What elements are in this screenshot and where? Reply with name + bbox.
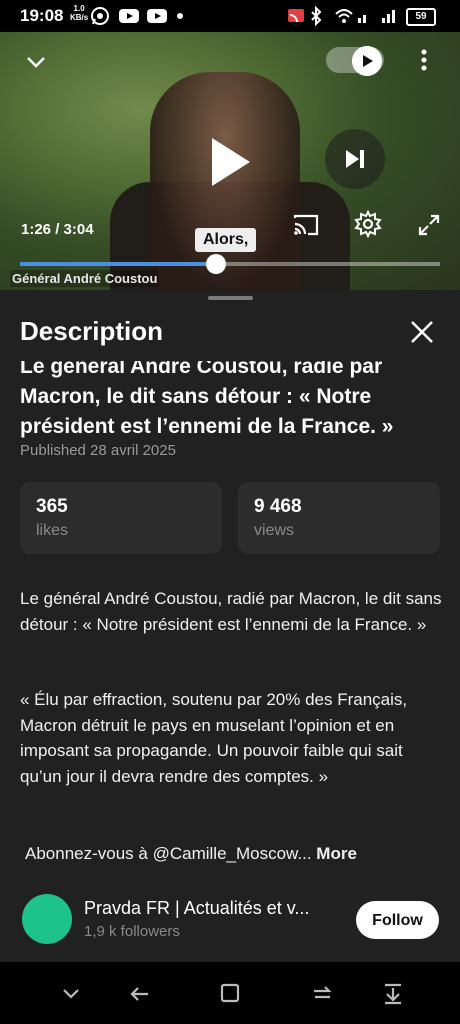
description-scroll-area[interactable]: Le général André Coustou, radié par Macr… bbox=[0, 361, 460, 881]
whatsapp-icon bbox=[91, 7, 109, 25]
skip-next-icon bbox=[346, 150, 364, 168]
nav-back-icon[interactable] bbox=[124, 978, 154, 1008]
video-player[interactable]: 1:26 / 3:04 Alors, Général André Coustou bbox=[0, 32, 460, 290]
nav-hide-keyboard-icon[interactable] bbox=[56, 978, 86, 1008]
likes-card: 365 likes bbox=[20, 482, 222, 554]
description-paragraph-truncated: Abonnez-vous à @Camille_Moscow... More bbox=[25, 841, 449, 867]
battery-level: 59 bbox=[415, 11, 427, 22]
autoplay-play-icon bbox=[352, 46, 382, 76]
description-paragraph: Le général André Coustou, radié par Macr… bbox=[20, 589, 442, 634]
likes-count: 365 bbox=[36, 496, 68, 517]
follow-button[interactable]: Follow bbox=[356, 901, 439, 939]
nav-recents-icon[interactable] bbox=[215, 978, 245, 1008]
battery-icon: 59 bbox=[406, 8, 436, 26]
net-speed-value: 1.0 bbox=[73, 4, 85, 13]
views-count: 9 468 bbox=[254, 496, 302, 517]
views-card: 9 468 views bbox=[238, 482, 440, 554]
more-vert-icon[interactable] bbox=[412, 46, 436, 74]
wifi-icon bbox=[335, 9, 353, 23]
panel-heading: Description bbox=[20, 316, 164, 346]
status-time: 19:08 bbox=[20, 6, 64, 25]
nav-notification-pull-icon[interactable] bbox=[378, 978, 408, 1008]
net-speed-unit: KB/s bbox=[70, 13, 89, 22]
video-timecode: 1:26 / 3:04 bbox=[21, 221, 94, 238]
subtitle-caption: Alors, bbox=[195, 228, 257, 252]
signal-icon bbox=[358, 10, 395, 23]
dot-icon bbox=[177, 13, 183, 19]
more-link[interactable]: More bbox=[316, 844, 357, 863]
channel-followers: 1,9 k followers bbox=[84, 923, 180, 940]
cast-icon[interactable] bbox=[292, 212, 320, 238]
youtube-icon bbox=[147, 9, 167, 23]
cast-icon bbox=[288, 9, 304, 23]
channel-name[interactable]: Pravda FR | Actualités et v... bbox=[84, 898, 340, 919]
description-paragraph: « Élu par effraction, soutenu par 20% de… bbox=[20, 690, 408, 786]
status-bar: 19:08 1.0 KB/s 59 bbox=[0, 0, 460, 32]
bluetooth-icon bbox=[311, 6, 322, 26]
close-icon[interactable] bbox=[406, 316, 438, 348]
next-button[interactable] bbox=[325, 129, 385, 189]
system-nav-bar bbox=[0, 962, 460, 1024]
youtube-icon bbox=[119, 9, 139, 23]
settings-gear-icon[interactable] bbox=[354, 210, 382, 238]
channel-avatar[interactable] bbox=[22, 894, 72, 944]
fullscreen-icon[interactable] bbox=[416, 212, 442, 238]
video-lower-third: Général André Coustou bbox=[10, 270, 160, 287]
play-icon[interactable] bbox=[198, 132, 258, 192]
nav-switch-app-icon[interactable] bbox=[307, 978, 337, 1008]
subscribe-line: Abonnez-vous à @Camille_Moscow... bbox=[25, 844, 312, 863]
seek-bar-played bbox=[20, 262, 217, 266]
seek-handle[interactable] bbox=[206, 254, 227, 274]
chevron-down-icon[interactable] bbox=[22, 48, 50, 76]
drag-handle[interactable] bbox=[208, 296, 253, 300]
net-speed: 1.0 KB/s bbox=[70, 4, 88, 22]
video-title: Le général André Coustou, radié par Macr… bbox=[20, 361, 394, 438]
published-date: Published 28 avril 2025 bbox=[20, 442, 176, 459]
views-label: views bbox=[254, 522, 295, 539]
likes-label: likes bbox=[36, 522, 69, 539]
